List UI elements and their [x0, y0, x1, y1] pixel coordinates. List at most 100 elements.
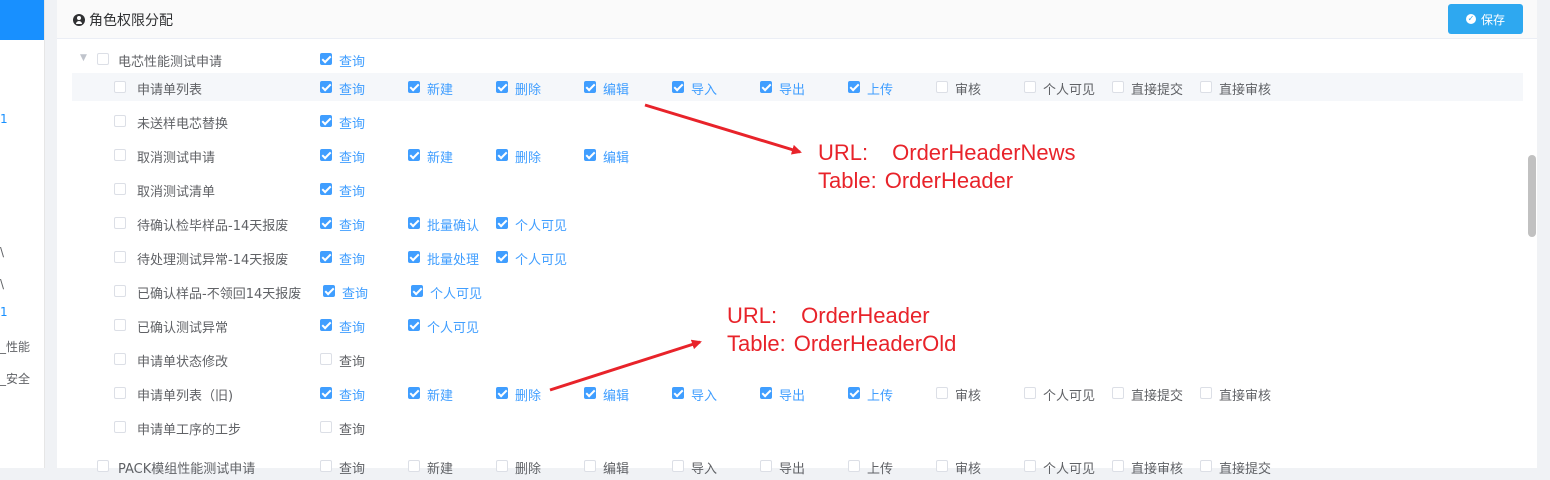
permission-label: 查询 — [342, 287, 369, 302]
row-label: 待确认检毕样品-14天报废 — [137, 219, 289, 234]
permission-checkbox[interactable] — [496, 387, 508, 399]
permission-checkbox[interactable] — [1112, 81, 1124, 93]
permission-row: 待确认检毕样品-14天报废 查询 批量确认 个人可见 — [57, 209, 1523, 237]
permission-checkbox[interactable] — [848, 460, 860, 472]
permission-checkbox[interactable] — [411, 285, 423, 297]
permission-checkbox[interactable] — [672, 460, 684, 472]
permission-label: 查询 — [339, 219, 366, 234]
permission-checkbox[interactable] — [1200, 460, 1212, 472]
row-label: 申请单列表（旧) — [137, 389, 234, 404]
row-checkbox[interactable] — [114, 387, 126, 399]
scrollbar-thumb[interactable] — [1528, 155, 1536, 237]
group-checkbox[interactable] — [97, 460, 109, 472]
caret-down-icon[interactable]: ▼ — [80, 53, 87, 63]
permission-checkbox[interactable] — [320, 353, 332, 365]
row-checkbox[interactable] — [114, 217, 126, 229]
permission-checkbox[interactable] — [936, 387, 948, 399]
row-checkbox[interactable] — [114, 319, 126, 331]
permission-checkbox[interactable] — [848, 387, 860, 399]
permission-checkbox[interactable] — [408, 460, 420, 472]
permission-checkbox[interactable] — [408, 251, 420, 263]
permission-checkbox[interactable] — [320, 251, 332, 263]
permission-checkbox[interactable] — [320, 183, 332, 195]
permission-checkbox[interactable] — [408, 81, 420, 93]
row-checkbox[interactable] — [114, 81, 126, 93]
nav-item-fragment[interactable]: 1 — [0, 305, 8, 319]
permission-label: 查询 — [339, 321, 366, 336]
permission-checkbox[interactable] — [496, 81, 508, 93]
permission-checkbox[interactable] — [320, 319, 332, 331]
permission-checkbox[interactable] — [1112, 387, 1124, 399]
check-circle-icon: ✓ — [1465, 14, 1476, 24]
save-button[interactable]: ✓ 保存 — [1448, 4, 1523, 34]
nav-item-fragment[interactable]: _安全 — [0, 370, 30, 387]
row-checkbox[interactable] — [114, 251, 126, 263]
permission-label: 个人可见 — [515, 253, 568, 268]
permission-checkbox[interactable] — [320, 149, 332, 161]
permission-checkbox[interactable] — [1200, 387, 1212, 399]
permission-checkbox[interactable] — [760, 81, 772, 93]
nav-item-fragment[interactable]: _性能 — [0, 338, 30, 355]
permission-checkbox[interactable] — [584, 387, 596, 399]
permission-checkbox[interactable] — [320, 421, 332, 433]
row-checkbox[interactable] — [114, 285, 126, 297]
permission-label: 直接审核 — [1219, 83, 1272, 98]
permission-checkbox[interactable] — [1024, 460, 1036, 472]
permission-checkbox[interactable] — [1024, 387, 1036, 399]
nav-item-fragment[interactable]: \ — [0, 245, 4, 259]
permission-checkbox[interactable] — [760, 460, 772, 472]
permission-checkbox[interactable] — [496, 251, 508, 263]
group-query-label: 查询 — [339, 55, 366, 70]
annotation-2: URL: OrderHeader Table: OrderHeaderOld — [727, 302, 956, 358]
permission-checkbox[interactable] — [320, 460, 332, 472]
annotation-1-url-value: OrderHeaderNews — [892, 140, 1076, 165]
annotation-2-table-key: Table: — [727, 331, 786, 356]
permission-checkbox[interactable] — [1200, 81, 1212, 93]
scrollbar-track[interactable] — [1526, 40, 1536, 468]
row-label: 待处理测试异常-14天报废 — [137, 253, 289, 268]
permission-checkbox[interactable] — [760, 387, 772, 399]
tree-group-row-next: PACK模组性能测试申请 查询 新建 删除 编辑 导入 导出 上传 审核 个人可见 直接审核 直接提交 — [57, 452, 1523, 480]
permission-checkbox[interactable] — [936, 81, 948, 93]
permission-checkbox[interactable] — [320, 115, 332, 127]
permission-label: 查询 — [339, 389, 366, 404]
permission-label: 查询 — [339, 185, 366, 200]
permission-checkbox[interactable] — [496, 149, 508, 161]
permission-checkbox[interactable] — [320, 217, 332, 229]
permission-checkbox[interactable] — [584, 81, 596, 93]
group-query-checkbox[interactable] — [320, 53, 332, 65]
row-checkbox[interactable] — [114, 421, 126, 433]
row-checkbox[interactable] — [114, 353, 126, 365]
permission-checkbox[interactable] — [584, 460, 596, 472]
nav-active-item[interactable] — [0, 0, 44, 40]
nav-item-fragment[interactable]: \ — [0, 277, 4, 291]
permission-label: 个人可见 — [515, 219, 568, 234]
permission-checkbox[interactable] — [320, 387, 332, 399]
row-checkbox[interactable] — [114, 183, 126, 195]
permission-checkbox[interactable] — [408, 217, 420, 229]
permission-checkbox[interactable] — [672, 387, 684, 399]
permission-checkbox[interactable] — [584, 149, 596, 161]
permission-checkbox[interactable] — [672, 81, 684, 93]
permission-label: 个人可见 — [1043, 83, 1096, 98]
row-checkbox[interactable] — [114, 115, 126, 127]
group-checkbox[interactable] — [97, 53, 109, 65]
permission-checkbox[interactable] — [1112, 460, 1124, 472]
row-checkbox[interactable] — [114, 149, 126, 161]
permission-checkbox[interactable] — [320, 81, 332, 93]
nav-item-fragment[interactable]: 1 — [0, 112, 8, 126]
permission-label: 直接提交 — [1131, 83, 1184, 98]
permission-label: 个人可见 — [427, 321, 480, 336]
permission-checkbox[interactable] — [323, 285, 335, 297]
annotation-2-table-value: OrderHeaderOld — [793, 331, 957, 356]
permission-checkbox[interactable] — [408, 319, 420, 331]
permission-checkbox[interactable] — [1024, 81, 1036, 93]
permission-checkbox[interactable] — [496, 460, 508, 472]
permission-row: 申请单工序的工步 查询 — [57, 413, 1523, 441]
permission-checkbox[interactable] — [848, 81, 860, 93]
permission-checkbox[interactable] — [496, 217, 508, 229]
permission-label: 个人可见 — [430, 287, 483, 302]
permission-checkbox[interactable] — [408, 149, 420, 161]
permission-checkbox[interactable] — [936, 460, 948, 472]
permission-checkbox[interactable] — [408, 387, 420, 399]
